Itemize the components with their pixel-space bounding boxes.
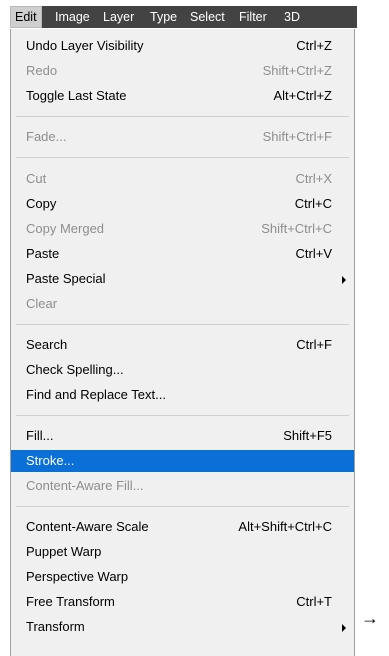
menu-item-find-replace-text[interactable]: Find and Replace Text... xyxy=(11,384,354,406)
menu-item-label: Transform xyxy=(26,619,85,634)
menu-item-label: Undo Layer Visibility xyxy=(26,38,144,53)
menu-separator xyxy=(16,415,349,416)
menu-item-content-aware-scale[interactable]: Content-Aware Scale Alt+Shift+Ctrl+C xyxy=(11,516,354,538)
menu-item-free-transform[interactable]: Free Transform Ctrl+T xyxy=(11,591,354,613)
right-arrow-icon: → xyxy=(361,608,379,628)
menu-item-puppet-warp[interactable]: Puppet Warp xyxy=(11,541,354,563)
menu-item-label: Fill... xyxy=(26,428,54,443)
menu-item-shortcut: Ctrl+Z xyxy=(296,38,332,53)
menu-item-label: Puppet Warp xyxy=(26,544,102,559)
menu-item-search[interactable]: Search Ctrl+F xyxy=(11,334,354,356)
menu-item-shortcut: Alt+Ctrl+Z xyxy=(273,88,332,103)
menu-item-check-spelling[interactable]: Check Spelling... xyxy=(11,359,354,381)
menu-select[interactable]: Select xyxy=(190,9,225,25)
menu-type[interactable]: Type xyxy=(150,9,177,25)
menu-item-label: Fade... xyxy=(26,129,67,144)
menu-item-copy[interactable]: Copy Ctrl+C xyxy=(11,193,354,215)
menu-layer[interactable]: Layer xyxy=(103,9,134,25)
submenu-arrow-icon xyxy=(342,276,346,284)
submenu-arrow-icon xyxy=(342,624,346,632)
menu-item-shortcut: Shift+Ctrl+F xyxy=(262,129,332,144)
menu-item-fade[interactable]: Fade... Shift+Ctrl+F xyxy=(11,126,354,148)
menu-separator xyxy=(16,116,349,117)
menu-item-label: Find and Replace Text... xyxy=(26,387,166,402)
menu-separator xyxy=(16,157,349,158)
menu-item-label: Toggle Last State xyxy=(26,88,127,103)
menu-item-shortcut: Alt+Shift+Ctrl+C xyxy=(238,519,332,534)
menu-item-perspective-warp[interactable]: Perspective Warp xyxy=(11,566,354,588)
menu-item-paste-special[interactable]: Paste Special xyxy=(11,268,354,290)
menu-item-label: Paste xyxy=(26,246,60,261)
menu-item-fill[interactable]: Fill... Shift+F5 xyxy=(11,425,354,447)
menu-item-shortcut: Ctrl+F xyxy=(296,337,332,352)
menu-item-cut[interactable]: Cut Ctrl+X xyxy=(11,168,354,190)
menu-bar: Edit Image Layer Type Select Filter 3D xyxy=(10,6,357,28)
menu-item-label: Free Transform xyxy=(26,594,115,609)
menu-item-label: Check Spelling... xyxy=(26,362,124,377)
menu-separator xyxy=(16,324,349,325)
menu-item-label: Cut xyxy=(26,171,47,186)
menu-item-copy-merged[interactable]: Copy Merged Shift+Ctrl+C xyxy=(11,218,354,240)
menu-item-paste[interactable]: Paste Ctrl+V xyxy=(11,243,354,265)
menu-item-undo[interactable]: Undo Layer Visibility Ctrl+Z xyxy=(11,35,354,57)
menu-item-label: Copy xyxy=(26,196,57,211)
menu-item-shortcut: Ctrl+C xyxy=(294,196,332,211)
menu-filter[interactable]: Filter xyxy=(239,9,267,25)
menu-item-shortcut: Ctrl+V xyxy=(295,246,332,261)
menu-edit[interactable]: Edit xyxy=(10,6,42,28)
menu-item-label: Copy Merged xyxy=(26,221,105,236)
menu-item-clear[interactable]: Clear xyxy=(11,293,354,315)
menu-item-shortcut: Shift+Ctrl+C xyxy=(261,221,332,236)
menu-item-label: Stroke... xyxy=(26,453,75,468)
menu-item-shortcut: Ctrl+T xyxy=(296,594,332,609)
menu-item-stroke[interactable]: Stroke... xyxy=(11,450,354,472)
edit-dropdown-menu: Undo Layer Visibility Ctrl+Z Redo Shift+… xyxy=(10,29,355,656)
menu-item-transform[interactable]: Transform xyxy=(11,616,354,638)
menu-image[interactable]: Image xyxy=(55,9,90,25)
menu-item-label: Perspective Warp xyxy=(26,569,129,584)
menu-item-label: Search xyxy=(26,337,68,352)
menu-separator xyxy=(16,506,349,507)
menu-item-label: Content-Aware Fill... xyxy=(26,478,144,493)
menu-item-shortcut: Shift+Ctrl+Z xyxy=(262,63,332,78)
menu-item-redo[interactable]: Redo Shift+Ctrl+Z xyxy=(11,60,354,82)
menu-item-shortcut: Shift+F5 xyxy=(283,428,332,443)
menu-item-label: Clear xyxy=(26,296,58,311)
menu-3d[interactable]: 3D xyxy=(284,9,300,25)
menu-item-label: Redo xyxy=(26,63,58,78)
menu-item-content-aware-fill[interactable]: Content-Aware Fill... xyxy=(11,475,354,497)
menu-item-toggle-last-state[interactable]: Toggle Last State Alt+Ctrl+Z xyxy=(11,85,354,107)
menu-item-label: Content-Aware Scale xyxy=(26,519,149,534)
menu-item-shortcut: Ctrl+X xyxy=(295,171,332,186)
menu-item-label: Paste Special xyxy=(26,271,106,286)
